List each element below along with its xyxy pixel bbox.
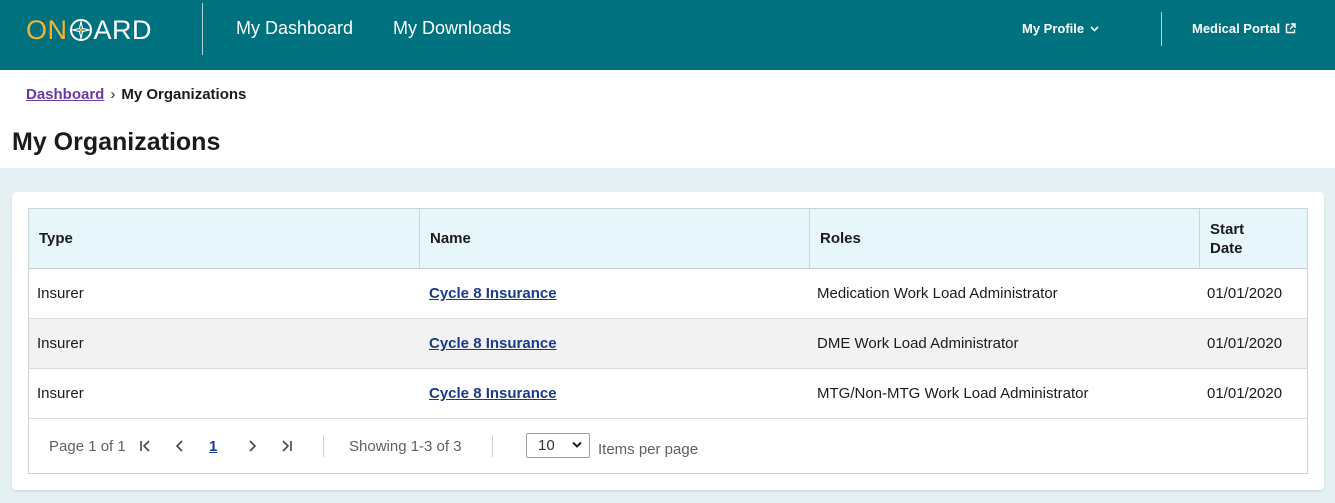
breadcrumb-dashboard-link[interactable]: Dashboard: [26, 86, 104, 103]
last-page-icon: [282, 440, 292, 452]
first-page-icon: [140, 440, 150, 452]
cell-start-date: 01/01/2020: [1207, 335, 1283, 352]
column-header-type[interactable]: Type: [29, 209, 419, 268]
table-row: Insurer Cycle 8 Insurance MTG/Non-MTG Wo…: [29, 369, 1307, 419]
nav-my-dashboard[interactable]: My Dashboard: [236, 18, 353, 39]
cell-role: DME Work Load Administrator: [817, 335, 1019, 352]
breadcrumb: Dashboard › My Organizations: [26, 86, 246, 103]
last-page-button[interactable]: [276, 434, 296, 458]
cell-type: Insurer: [37, 335, 84, 352]
items-per-page-value: 10: [538, 437, 555, 454]
cell-start-date: 01/01/2020: [1207, 385, 1283, 402]
pager-divider: [492, 435, 493, 457]
breadcrumb-current: My Organizations: [121, 86, 247, 103]
cell-role: Medication Work Load Administrator: [817, 285, 1058, 302]
items-per-page-label: Items per page: [598, 441, 699, 458]
organizations-table: Type Name Roles Start Date Insurer Cycle…: [28, 208, 1308, 474]
onboard-logo[interactable]: ON ARD: [26, 14, 152, 46]
cell-role: MTG/Non-MTG Work Load Administrator: [817, 385, 1089, 402]
cell-start-date: 01/01/2020: [1207, 285, 1283, 302]
medical-portal-link[interactable]: Medical Portal: [1192, 21, 1296, 36]
breadcrumb-separator: ›: [110, 86, 116, 103]
page-info: Page 1 of 1: [49, 438, 126, 455]
items-per-page-select[interactable]: 10: [526, 433, 590, 458]
pager-divider: [323, 435, 324, 457]
organization-name-link[interactable]: Cycle 8 Insurance: [429, 319, 557, 368]
chevron-left-icon: [175, 440, 183, 452]
logo-text-on: ON: [26, 14, 68, 45]
external-link-icon: [1285, 23, 1296, 34]
compass-icon: [69, 19, 92, 41]
cell-type: Insurer: [37, 285, 84, 302]
page-number-current[interactable]: 1: [209, 438, 217, 455]
header-divider: [202, 3, 203, 55]
header-divider-right: [1161, 12, 1162, 46]
column-header-start-date[interactable]: Start Date: [1199, 209, 1307, 268]
table-row: Insurer Cycle 8 Insurance DME Work Load …: [29, 319, 1307, 369]
organization-name-link[interactable]: Cycle 8 Insurance: [429, 269, 557, 318]
organizations-card: Type Name Roles Start Date Insurer Cycle…: [12, 192, 1324, 490]
top-navigation-bar: ON ARD My Dashboard My Downloads My Prof…: [0, 0, 1335, 70]
table-header: Type Name Roles Start Date: [29, 209, 1307, 269]
chevron-down-icon: [572, 441, 582, 448]
my-profile-menu[interactable]: My Profile: [1022, 21, 1099, 36]
cell-type: Insurer: [37, 385, 84, 402]
chevron-down-icon: [1090, 25, 1099, 32]
nav-my-downloads[interactable]: My Downloads: [393, 18, 511, 39]
column-header-name[interactable]: Name: [419, 209, 809, 268]
pagination-bar: Page 1 of 1 1 Showing 1-3 of 3 10 Items …: [29, 419, 1307, 473]
first-page-button[interactable]: [136, 434, 156, 458]
organization-name-link[interactable]: Cycle 8 Insurance: [429, 369, 557, 418]
medical-portal-label: Medical Portal: [1192, 21, 1281, 36]
previous-page-button[interactable]: [170, 434, 190, 458]
next-page-button[interactable]: [242, 434, 262, 458]
page-title: My Organizations: [12, 128, 221, 156]
my-profile-label: My Profile: [1022, 21, 1085, 36]
showing-count: Showing 1-3 of 3: [349, 438, 462, 455]
table-row: Insurer Cycle 8 Insurance Medication Wor…: [29, 269, 1307, 319]
chevron-right-icon: [249, 440, 257, 452]
logo-text-board: ARD: [93, 14, 153, 45]
column-header-roles[interactable]: Roles: [809, 209, 1199, 268]
